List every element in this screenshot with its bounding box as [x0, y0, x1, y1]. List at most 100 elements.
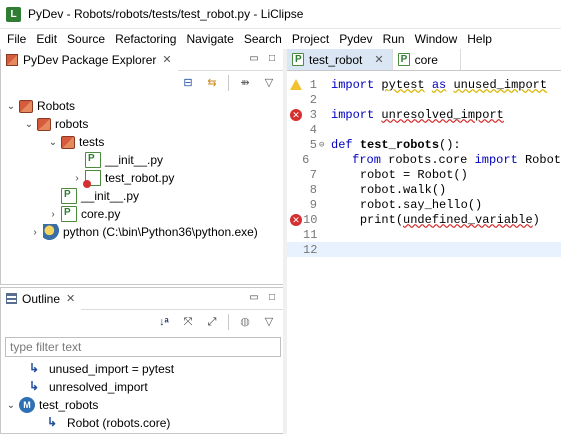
import-icon: ↳ [29, 379, 40, 393]
menu-pydev[interactable]: Pydev [334, 32, 377, 46]
code-text: import unresolved_import [331, 107, 504, 122]
menu-search[interactable]: Search [239, 32, 287, 46]
line-number: 3 [309, 107, 317, 122]
view-controls: ▭ □ [247, 52, 279, 66]
tree-item-label: robots [55, 117, 89, 131]
tab-label: test_robot [309, 52, 363, 67]
line-number: 1 [309, 77, 317, 92]
chevron-down-icon[interactable]: ⌄ [5, 400, 17, 411]
minimize-icon[interactable]: ▭ [247, 52, 261, 66]
tree-item-label: __init__.py [81, 189, 140, 203]
gutter-blank [290, 124, 302, 136]
menu-file[interactable]: File [2, 32, 31, 46]
line-number: 4 [309, 122, 317, 137]
code-line: 11 [287, 227, 561, 242]
python-file-icon [397, 53, 410, 66]
code-text: robot = Robot() [359, 167, 468, 182]
outline-item-test-robots[interactable]: ⌄ M test_robots [5, 396, 98, 414]
tab-outline[interactable]: Outline ✕ [1, 287, 82, 310]
line-number: 6 [302, 152, 310, 167]
outline-label: Outline [22, 291, 61, 306]
tree-item-interpreter[interactable]: › python (C:\bin\Python36\python.exe) [29, 223, 258, 241]
code-line: ✕ 10 print(undefined_variable) [287, 212, 561, 227]
package-explorer-pane: PyDev Package Explorer ✕ ▭ □ ⊟ ⇆ ⇻ ▽ ⌄ R… [0, 48, 284, 285]
line-number: 12 [303, 242, 318, 257]
tree-item-test-robot[interactable]: › test_robot.py [71, 169, 174, 188]
tab-package-explorer[interactable]: PyDev Package Explorer ✕ [1, 48, 178, 71]
link-with-editor-icon[interactable]: ⇆ [204, 75, 220, 91]
line-number: 10 [303, 212, 318, 227]
filter-input[interactable] [5, 337, 281, 357]
menu-refactoring[interactable]: Refactoring [110, 32, 181, 46]
menu-run[interactable]: Run [378, 32, 410, 46]
line-number: 9 [309, 197, 317, 212]
chevron-right-icon[interactable]: › [47, 209, 59, 220]
python-interpreter-icon [43, 224, 59, 240]
code-text: def test_robots(): [331, 137, 461, 152]
menu-source[interactable]: Source [62, 32, 110, 46]
menu-help[interactable]: Help [462, 32, 497, 46]
outline-icon [6, 293, 17, 304]
window-title: PyDev - Robots/robots/tests/test_robot.p… [28, 7, 304, 21]
error-icon: ✕ [290, 108, 302, 121]
chevron-down-icon[interactable]: ⌄ [23, 119, 35, 130]
maximize-icon[interactable]: □ [265, 291, 279, 305]
tree-item-core[interactable]: › core.py [47, 205, 120, 223]
maximize-icon[interactable]: □ [265, 52, 279, 66]
chevron-down-icon[interactable]: ⌄ [47, 137, 59, 148]
tree-item-label: python (C:\bin\Python36\python.exe) [63, 225, 258, 239]
line-number: 11 [303, 227, 318, 242]
fold-icon[interactable]: ⊖ [319, 140, 331, 150]
outline-item-robot-import[interactable]: ↳ Robot (robots.core) [33, 414, 170, 432]
code-text: robot.walk() [359, 182, 447, 197]
tab-core[interactable]: core [393, 49, 461, 70]
tree-item-label: core.py [81, 207, 121, 221]
sort-icon[interactable]: ↓ᵃ [156, 314, 172, 330]
filters-icon[interactable]: ⇻ [237, 75, 253, 91]
tree-item-tests-package[interactable]: ⌄ tests [47, 133, 104, 151]
gutter-blank [290, 199, 302, 211]
tab-test-robot[interactable]: test_robot ✕ [287, 49, 393, 70]
tree-item-label: tests [79, 135, 105, 149]
tree-item-tests-init[interactable]: __init__.py [71, 151, 163, 169]
python-file-icon [85, 152, 101, 168]
tree-item-robots-init[interactable]: __init__.py [47, 187, 139, 205]
gutter-blank [290, 154, 298, 166]
code-line: 6 from robots.core import Robot [287, 152, 561, 167]
chevron-right-icon[interactable]: › [71, 173, 83, 184]
outline-item-unresolved-import[interactable]: ↳ unresolved_import [15, 378, 148, 396]
title-bar: L PyDev - Robots/robots/tests/test_robot… [0, 0, 561, 29]
tree-item-robots-project[interactable]: ⌄ Robots [5, 97, 75, 115]
view-menu-icon[interactable]: ▽ [261, 314, 277, 330]
outline-item-unused-import[interactable]: ↳ unused_import = pytest [15, 360, 174, 378]
menu-navigate[interactable]: Navigate [181, 32, 238, 46]
close-icon[interactable]: ✕ [374, 53, 383, 66]
view-menu-icon[interactable]: ▽ [261, 75, 277, 91]
code-text: import pytest as unused_import [331, 77, 548, 92]
menu-project[interactable]: Project [287, 32, 334, 46]
menu-window[interactable]: Window [410, 32, 463, 46]
project-package-icon [19, 100, 33, 113]
editor-tab-bar: test_robot ✕ core [287, 49, 561, 71]
error-icon: ✕ [290, 213, 302, 226]
collapse-all-icon[interactable]: ⤧ [180, 314, 196, 330]
method-icon: M [19, 397, 35, 413]
line-number: 2 [309, 92, 317, 107]
menu-edit[interactable]: Edit [31, 32, 62, 46]
collapse-all-icon[interactable]: ⊟ [180, 75, 196, 91]
close-icon[interactable]: ✕ [66, 292, 75, 305]
line-number: 7 [309, 167, 317, 182]
close-icon[interactable]: ✕ [162, 53, 171, 66]
expand-all-icon[interactable]: ⤢ [204, 314, 220, 330]
line-number: 5 [309, 137, 317, 152]
tree-item-robots-package[interactable]: ⌄ robots [23, 115, 88, 133]
chevron-down-icon[interactable]: ⌄ [5, 101, 17, 112]
package-explorer-header: PyDev Package Explorer ✕ ▭ □ [1, 48, 283, 71]
package-icon [61, 136, 75, 149]
minimize-icon[interactable]: ▭ [247, 291, 261, 305]
code-line: 7 robot = Robot() [287, 167, 561, 182]
chevron-right-icon[interactable]: › [29, 227, 41, 238]
filters-icon[interactable]: ◍ [237, 314, 253, 330]
code-line: 1 import pytest as unused_import [287, 77, 561, 92]
code-line: 9 robot.say_hello() [287, 197, 561, 212]
